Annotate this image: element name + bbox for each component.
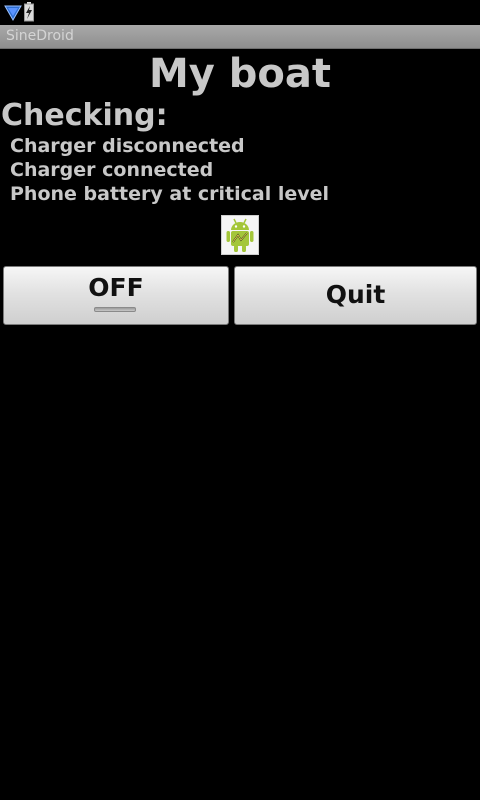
quit-button[interactable]: Quit [234, 266, 477, 325]
check-item-charger-disconnected: Charger disconnected [10, 135, 245, 157]
toggle-indicator [94, 307, 136, 312]
screen: SineDroid My boat Checking: Charger disc… [0, 0, 480, 800]
off-toggle-button[interactable]: OFF [3, 266, 229, 325]
wifi-icon [4, 2, 22, 26]
page-title: My boat [148, 51, 332, 97]
status-bar [0, 0, 480, 25]
check-item-battery-critical: Phone battery at critical level [10, 183, 330, 205]
check-item-charger-connected: Charger connected [10, 159, 214, 181]
title-bar: SineDroid [0, 25, 480, 49]
battery-charging-icon [24, 2, 34, 26]
off-toggle-label: OFF [88, 273, 144, 302]
quit-label: Quit [325, 280, 386, 309]
android-charging-icon [221, 215, 259, 255]
check-list: Charger disconnected Charger connected P… [10, 134, 329, 206]
checking-heading: Checking: [1, 98, 168, 133]
app-title: SineDroid [6, 28, 74, 44]
